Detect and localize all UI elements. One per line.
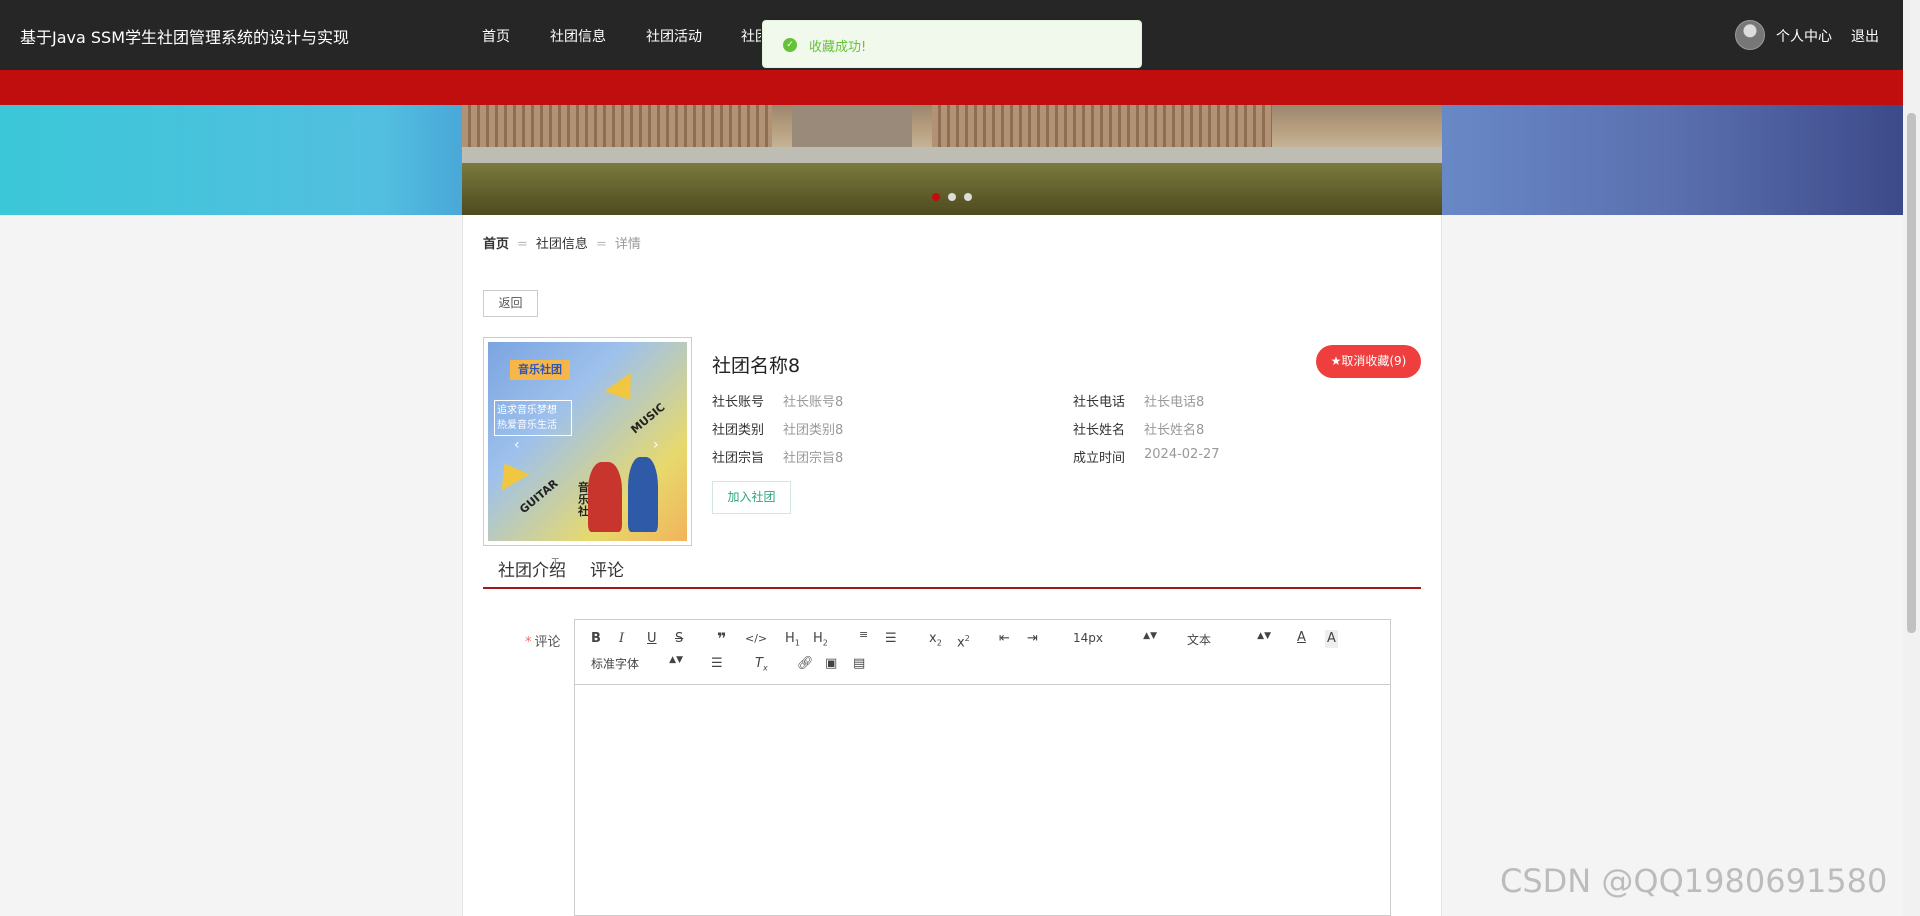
align-left-icon[interactable]: ☰ <box>711 655 723 673</box>
field-label-leader-phone: 社长电话 <box>1073 395 1126 410</box>
heading-2-icon[interactable]: H2 <box>813 630 828 648</box>
club-poster: 音乐社团 追求音乐梦想 热爱音乐生活 MUSIC GUITAR 音乐社 ‹ › <box>483 337 692 546</box>
poster-arrow <box>604 372 644 410</box>
breadcrumb: 首页 = 社团信息 = 详情 <box>483 233 641 252</box>
font-family-value: 标准字体 <box>591 657 640 671</box>
outdent-icon[interactable]: ⇤ <box>999 630 1010 648</box>
bullet-list-icon[interactable]: ☰ <box>885 630 897 648</box>
select-caret-icon: ▲▼ <box>1257 631 1271 641</box>
avatar[interactable] <box>1735 20 1765 50</box>
field-value-founded-date: 2024-02-27 <box>1144 447 1220 462</box>
subscript-icon[interactable]: x2 <box>929 630 942 648</box>
club-name: 社团名称8 <box>712 355 801 377</box>
heading-1-icon[interactable]: H1 <box>785 630 800 648</box>
poster-slogan: 追求音乐梦想 热爱音乐生活 <box>494 400 572 436</box>
poster-person <box>588 462 622 532</box>
back-button[interactable]: 返回 <box>483 290 538 317</box>
banner-road <box>462 147 1442 163</box>
breadcrumb-separator: = <box>517 237 528 252</box>
field-value-leader-name: 社长姓名8 <box>1144 423 1205 438</box>
comment-label: * 评论 <box>525 631 561 650</box>
scrollbar-thumb[interactable] <box>1907 113 1916 633</box>
field-value-club-purpose: 社团宗旨8 <box>783 451 844 466</box>
poster-prev-icon[interactable]: ‹ <box>514 437 520 453</box>
carousel-dot-2[interactable] <box>948 193 956 201</box>
video-icon[interactable]: ▤ <box>853 655 865 673</box>
carousel-dot-3[interactable] <box>964 193 972 201</box>
breadcrumb-club-info[interactable]: 社团信息 <box>536 237 588 252</box>
building-gate <box>792 105 912 147</box>
user-center-link[interactable]: 个人中心 <box>1776 26 1832 46</box>
building-left <box>462 105 772 147</box>
superscript-icon[interactable]: x2 <box>957 630 970 650</box>
building-right <box>932 105 1272 147</box>
red-banner-strip <box>0 70 1903 105</box>
poster-person <box>628 457 658 532</box>
site-title: 基于Java SSM学生社团管理系统的设计与实现 <box>20 28 350 47</box>
image-icon[interactable]: ▣ <box>825 655 837 673</box>
required-mark: * <box>525 635 532 650</box>
text-style-value: 文本 <box>1187 633 1212 647</box>
nav-club-more[interactable]: 社团 <box>741 26 761 46</box>
editor-toolbar: B I U S ❞ </> H1 H2 ≡ ☰ x2 x2 ⇤ ⇥ 14px ▲▼… <box>575 620 1390 685</box>
field-label-club-category: 社团类别 <box>712 423 765 438</box>
underline-icon[interactable]: U <box>647 630 657 648</box>
poster-artwork: 音乐社团 追求音乐梦想 热爱音乐生活 MUSIC GUITAR 音乐社 ‹ › <box>488 342 687 541</box>
field-label-club-purpose: 社团宗旨 <box>712 451 765 466</box>
italic-icon[interactable]: I <box>619 630 624 648</box>
carousel-dot-1[interactable] <box>932 193 940 201</box>
poster-word-music: MUSIC <box>628 400 668 437</box>
field-label-leader-account: 社长账号 <box>712 395 765 410</box>
rich-text-editor: B I U S ❞ </> H1 H2 ≡ ☰ x2 x2 ⇤ ⇥ 14px ▲▼… <box>574 619 1391 916</box>
bold-icon[interactable]: B <box>591 630 601 648</box>
join-club-button[interactable]: 加入社团 <box>712 481 791 514</box>
page-scrollbar[interactable] <box>1903 0 1920 916</box>
font-color-icon[interactable]: A <box>1297 629 1306 647</box>
field-label-leader-name: 社长姓名 <box>1073 423 1126 438</box>
toast-message: 收藏成功! <box>809 40 867 55</box>
comment-input[interactable] <box>575 685 1390 915</box>
nav-home[interactable]: 首页 <box>482 26 510 46</box>
strikethrough-icon[interactable]: S <box>675 630 683 648</box>
logout-link[interactable]: 退出 <box>1851 26 1879 46</box>
nav-club-activities[interactable]: 社团活动 <box>646 26 702 46</box>
blockquote-icon[interactable]: ❞ <box>717 630 726 648</box>
check-circle-icon: ✓ <box>783 38 797 52</box>
field-value-leader-phone: 社长电话8 <box>1144 395 1205 410</box>
breadcrumb-current: 详情 <box>614 237 641 252</box>
success-toast: ✓ 收藏成功! <box>762 20 1142 68</box>
breadcrumb-separator: = <box>595 237 607 252</box>
unfavorite-button[interactable]: ★取消收藏(9) <box>1316 345 1421 378</box>
field-value-club-category: 社团类别8 <box>783 423 844 438</box>
indent-icon[interactable]: ⇥ <box>1027 630 1038 648</box>
poster-arrow <box>490 455 530 491</box>
ordered-list-icon[interactable]: ≡ <box>859 629 868 648</box>
poster-word-guitar: GUITAR <box>517 476 561 517</box>
background-color-icon[interactable]: A <box>1325 630 1338 648</box>
field-value-leader-account: 社长账号8 <box>783 395 844 410</box>
banner-lawn <box>462 163 1442 215</box>
tab-underline <box>483 587 1421 589</box>
comment-label-text: 评论 <box>534 635 561 650</box>
nav-club-info[interactable]: 社团信息 <box>550 26 606 46</box>
mouse-cursor-icon: ⌶ <box>551 556 560 572</box>
font-size-select[interactable]: 14px ▲▼ <box>1073 631 1157 645</box>
select-caret-icon: ▲▼ <box>669 655 683 665</box>
link-icon[interactable]: 🔗︎ <box>797 655 814 673</box>
select-caret-icon: ▲▼ <box>1143 631 1157 641</box>
watermark: CSDN @QQ1980691580 <box>1500 862 1888 900</box>
text-style-select[interactable]: 文本 ▲▼ <box>1187 631 1271 648</box>
font-size-value: 14px <box>1073 631 1103 645</box>
tab-comments[interactable]: 评论 <box>590 556 624 581</box>
breadcrumb-home[interactable]: 首页 <box>483 237 509 252</box>
poster-title: 音乐社团 <box>510 360 570 380</box>
poster-next-icon[interactable]: › <box>653 437 659 453</box>
clear-format-icon[interactable]: Tx <box>755 655 768 673</box>
font-family-select[interactable]: 标准字体 ▲▼ <box>591 655 683 672</box>
code-block-icon[interactable]: </> <box>745 630 767 648</box>
field-label-founded-date: 成立时间 <box>1073 451 1126 466</box>
